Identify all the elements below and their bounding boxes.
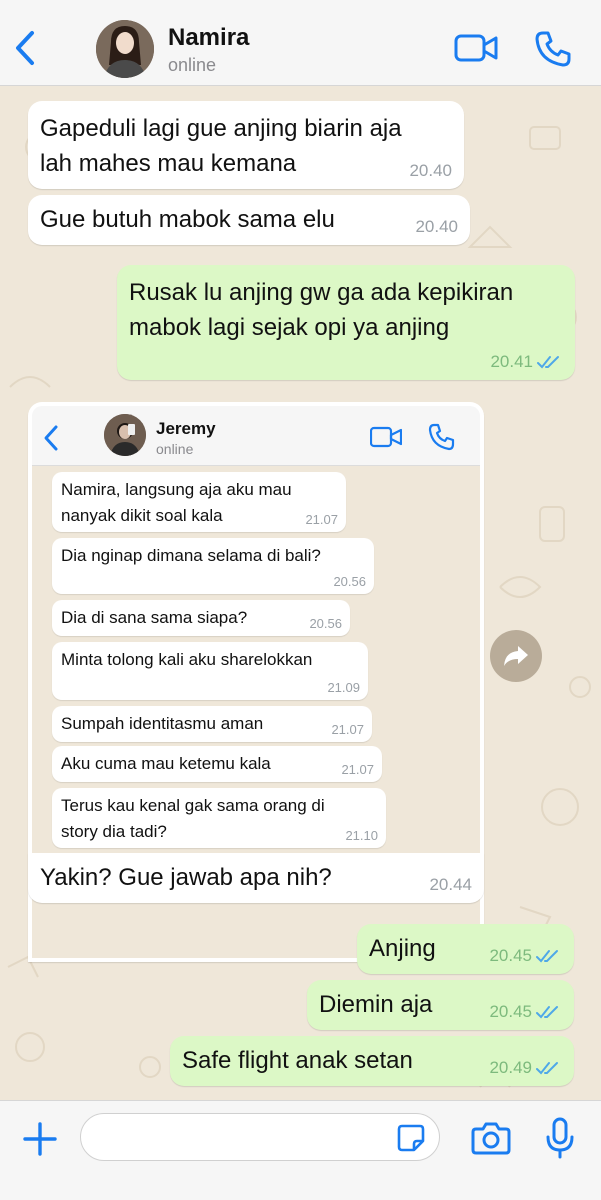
outgoing-message[interactable]: Diemin aja 20.45 (307, 980, 574, 1030)
contact-status: online (156, 441, 194, 457)
microphone-icon[interactable] (545, 1117, 575, 1159)
message-time: 21.07 (305, 512, 338, 527)
input-bar (0, 1100, 601, 1200)
message-text: Gapeduli lagi gue anjing biarin aja lah … (40, 111, 402, 181)
plus-icon[interactable] (22, 1121, 58, 1157)
screenshot-message: Dia nginap dimana selama di bali? 20.56 (52, 538, 374, 594)
message-text: Minta tolong kali aku sharelokkan (61, 650, 313, 669)
screenshot-message: Namira, langsung aja aku mau nanyak diki… (52, 472, 346, 532)
screenshot-message: Minta tolong kali aku sharelokkan 21.09 (52, 642, 368, 700)
message-text: Safe flight anak setan (182, 1047, 413, 1074)
incoming-message[interactable]: Gapeduli lagi gue anjing biarin aja lah … (28, 101, 464, 189)
message-time: 20.44 (429, 875, 472, 894)
contact-name[interactable]: Namira (168, 24, 249, 52)
outgoing-message[interactable]: Safe flight anak setan 20.49 (170, 1036, 574, 1086)
avatar (104, 414, 146, 456)
message-time: 20.56 (333, 574, 366, 589)
message-time: 20.40 (409, 161, 452, 180)
message-line: Namira, langsung aja aku mau (61, 480, 292, 499)
message-text: Sumpah identitasmu aman (61, 714, 264, 733)
back-chevron-icon (44, 425, 58, 451)
chat-header: Namira online (0, 0, 601, 86)
screenshot-header: Jeremy online (32, 406, 480, 466)
message-text: Anjing (369, 935, 436, 962)
message-text: Terus kau kenal gak sama orang di story … (61, 793, 325, 845)
screenshot-message: Sumpah identitasmu aman 21.07 (52, 706, 372, 742)
screenshot-message: Terus kau kenal gak sama orang di story … (52, 788, 386, 848)
sticker-icon[interactable] (396, 1123, 426, 1153)
double-check-icon (536, 950, 558, 963)
screenshot-message: Dia di sana sama siapa? 20.56 (52, 600, 350, 636)
message-text: Dia nginap dimana selama di bali? (61, 546, 321, 565)
message-time: 21.07 (341, 762, 374, 777)
message-text: Aku cuma mau ketemu kala (61, 754, 271, 773)
message-time: 20.41 (490, 352, 533, 371)
message-text: Dia di sana sama siapa? (61, 608, 248, 627)
video-camera-icon (370, 426, 402, 448)
incoming-message[interactable]: Gue butuh mabok sama elu 20.40 (28, 195, 470, 245)
avatar-photo-icon (96, 20, 154, 78)
message-line: Rusak lu anjing gw ga ada kepikiran (129, 279, 514, 306)
phone-icon[interactable] (534, 30, 572, 68)
message-text: Gue butuh mabok sama elu (40, 206, 335, 233)
message-input[interactable] (80, 1113, 440, 1161)
screenshot-message: Aku cuma mau ketemu kala 21.07 (52, 746, 382, 782)
message-line: nanyak dikit soal kala (61, 506, 223, 525)
message-line: Gapeduli lagi gue anjing biarin aja (40, 115, 402, 142)
forward-button[interactable] (490, 630, 542, 682)
outgoing-message[interactable]: Anjing 20.45 (357, 924, 574, 974)
message-time: 20.40 (415, 217, 458, 236)
outgoing-message[interactable]: Rusak lu anjing gw ga ada kepikiran mabo… (117, 265, 575, 380)
contact-name: Jeremy (156, 419, 216, 438)
video-camera-icon[interactable] (454, 31, 498, 65)
message-time: 21.07 (331, 722, 364, 737)
message-text: Diemin aja (319, 991, 433, 1018)
message-line: story dia tadi? (61, 822, 167, 841)
double-check-icon (536, 1006, 558, 1019)
forward-arrow-icon (504, 646, 528, 666)
message-time: 20.56 (309, 616, 342, 631)
incoming-message[interactable]: Yakin? Gue jawab apa nih? 20.44 (28, 853, 484, 903)
double-check-icon (537, 356, 559, 369)
message-text: Namira, langsung aja aku mau nanyak diki… (61, 477, 292, 529)
phone-icon (428, 423, 455, 451)
message-time: 20.49 (489, 1058, 532, 1077)
message-time: 20.45 (489, 1002, 532, 1021)
message-text: Yakin? Gue jawab apa nih? (40, 864, 332, 891)
message-line: Terus kau kenal gak sama orang di (61, 796, 325, 815)
message-time: 21.10 (345, 828, 378, 843)
avatar[interactable] (96, 20, 154, 78)
message-line: lah mahes mau kemana (40, 150, 297, 177)
message-line: mabok lagi sejak opi ya anjing (129, 314, 450, 341)
camera-icon[interactable] (471, 1120, 511, 1156)
back-chevron-icon[interactable] (10, 28, 40, 68)
message-text: Rusak lu anjing gw ga ada kepikiran mabo… (129, 275, 513, 345)
message-time: 21.09 (327, 680, 360, 695)
chat-area[interactable]: Gapeduli lagi gue anjing biarin aja lah … (0, 87, 601, 1100)
contact-status: online (168, 55, 217, 75)
double-check-icon (536, 1062, 558, 1075)
avatar-photo-icon (104, 414, 146, 456)
message-time: 20.45 (489, 946, 532, 965)
